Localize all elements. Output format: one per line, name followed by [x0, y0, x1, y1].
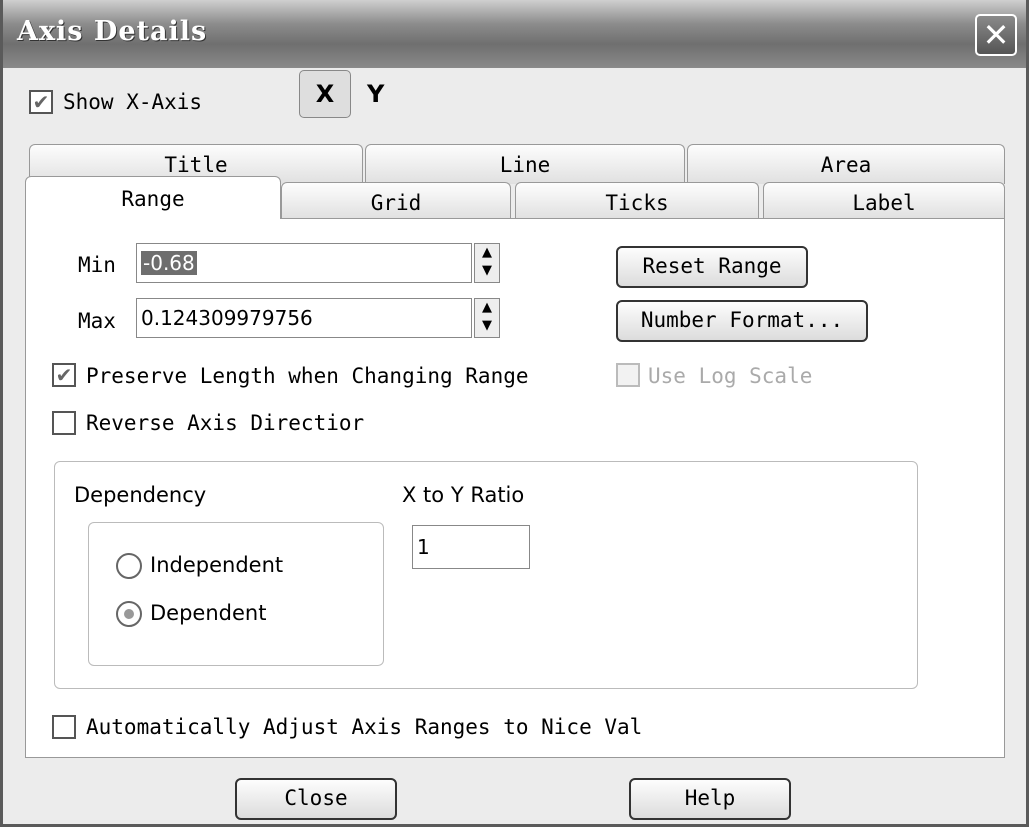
- min-value: -0.68: [141, 251, 197, 275]
- preserve-length-checkbox[interactable]: ✔: [52, 363, 76, 387]
- tab-grid-label: Grid: [370, 191, 422, 215]
- max-spinner[interactable]: ▲ ▼: [474, 298, 500, 338]
- show-axis-label: Show X-Axis: [63, 90, 203, 114]
- title-bar[interactable]: Axis Details ✕: [3, 0, 1026, 68]
- independent-radio[interactable]: [116, 553, 142, 579]
- ratio-label: X to Y Ratio: [402, 483, 525, 507]
- tab-title-label: Title: [164, 153, 228, 177]
- auto-adjust-label: Automatically Adjust Axis Ranges to Nice…: [86, 715, 643, 739]
- dependent-label: Dependent: [150, 601, 267, 625]
- tab-area-label: Area: [820, 153, 872, 177]
- spin-down-icon[interactable]: ▼: [475, 262, 499, 280]
- spin-up-icon[interactable]: ▲: [475, 299, 499, 317]
- window-title: Axis Details: [17, 16, 208, 47]
- tab-grid[interactable]: Grid: [281, 182, 511, 219]
- log-scale-checkbox[interactable]: [616, 363, 640, 387]
- close-icon[interactable]: ✕: [975, 14, 1017, 56]
- dependency-radio-group: [88, 522, 384, 666]
- tab-range-label: Range: [121, 187, 185, 211]
- dependency-group-label: Dependency: [74, 483, 207, 507]
- tab-line[interactable]: Line: [365, 144, 685, 184]
- reverse-axis-checkbox[interactable]: [52, 411, 76, 435]
- tab-line-label: Line: [499, 153, 551, 177]
- min-spinner[interactable]: ▲ ▼: [474, 243, 500, 283]
- tab-range[interactable]: Range: [25, 176, 281, 219]
- y-axis-option[interactable]: Y: [367, 80, 384, 108]
- tab-ticks[interactable]: Ticks: [515, 182, 759, 219]
- independent-label: Independent: [150, 553, 284, 577]
- max-label: Max: [78, 309, 116, 333]
- dependent-radio[interactable]: [116, 601, 142, 627]
- tab-label-label: Label: [852, 191, 916, 215]
- x-axis-toggle-button[interactable]: X: [299, 70, 351, 118]
- show-axis-checkbox[interactable]: ✔: [29, 90, 53, 114]
- number-format-button[interactable]: Number Format...: [616, 300, 868, 342]
- min-input[interactable]: -0.68: [136, 243, 472, 283]
- min-label: Min: [78, 253, 116, 277]
- tab-label[interactable]: Label: [763, 182, 1005, 219]
- max-input[interactable]: 0.124309979756: [136, 298, 472, 338]
- close-button[interactable]: Close: [235, 778, 397, 820]
- spin-down-icon[interactable]: ▼: [475, 317, 499, 335]
- tab-ticks-label: Ticks: [605, 191, 669, 215]
- axis-details-dialog: Axis Details ✕ ✔ Show X-Axis X Y Title L…: [0, 0, 1029, 827]
- log-scale-label: Use Log Scale: [648, 364, 813, 388]
- auto-adjust-checkbox[interactable]: [52, 715, 76, 739]
- reverse-axis-label: Reverse Axis Directior: [86, 411, 365, 435]
- spin-up-icon[interactable]: ▲: [475, 244, 499, 262]
- reset-range-button[interactable]: Reset Range: [616, 246, 808, 288]
- max-value: 0.124309979756: [141, 306, 313, 330]
- ratio-value: 1: [417, 535, 430, 559]
- tab-area[interactable]: Area: [687, 144, 1005, 184]
- preserve-length-label: Preserve Length when Changing Range: [86, 364, 529, 388]
- help-button[interactable]: Help: [629, 778, 791, 820]
- range-tab-panel: Min -0.68 ▲ ▼ Max 0.124309979756 ▲ ▼ Reset…: [25, 218, 1005, 758]
- ratio-input[interactable]: 1: [412, 525, 530, 569]
